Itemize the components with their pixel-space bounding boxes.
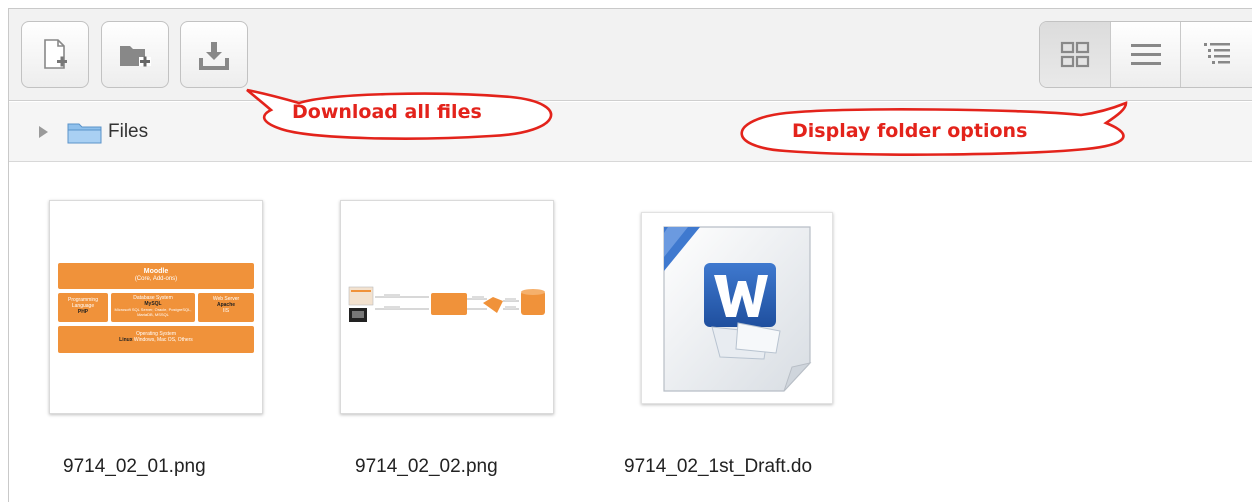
display-callout-text: Display folder options xyxy=(792,120,1028,142)
grid-view-icon xyxy=(1060,41,1089,67)
folder-icon xyxy=(67,123,102,144)
thumb-moodle-box: Moodle (Core, Add-ons) xyxy=(58,263,254,289)
thumb-os-tag: Linux xyxy=(119,337,133,343)
thumb-moodle-sub: (Core, Add-ons) xyxy=(134,276,178,282)
word-document-icon xyxy=(663,226,812,392)
thumb-moodle-title: Moodle xyxy=(143,268,169,275)
download-icon xyxy=(199,41,229,70)
expand-arrow-icon[interactable] xyxy=(39,126,48,138)
thumb-os-sub: Windows, Mac OS, Others xyxy=(133,337,193,343)
thumb-language-label: Programming Language xyxy=(67,297,98,309)
thumb-language-tag: PHP xyxy=(77,309,89,315)
file-thumbnail-1[interactable]: Moodle (Core, Add-ons) Programming Langu… xyxy=(49,200,263,414)
thumb-os-box: Operating System Linux Windows, Mac OS, … xyxy=(58,326,254,353)
file-manager-toolbar xyxy=(9,9,1252,101)
thumb-webserver-sub: IIS xyxy=(222,308,230,314)
download-all-button[interactable] xyxy=(180,21,248,88)
file-thumbnail-2[interactable] xyxy=(340,200,554,414)
list-view-icon xyxy=(1130,43,1161,65)
view-tree-button[interactable] xyxy=(1181,22,1252,87)
file-name-2[interactable]: 9714_02_02.png xyxy=(355,456,498,478)
thumb-language-box: Programming Language PHP xyxy=(58,293,108,322)
thumb-database-sub: Microsoft SQL Server, Oracle, PostgreSQL… xyxy=(114,307,192,317)
new-file-icon xyxy=(44,38,67,69)
view-icons-button[interactable] xyxy=(1040,22,1111,87)
breadcrumb-files-link[interactable]: Files xyxy=(108,121,148,143)
create-folder-button[interactable] xyxy=(101,21,169,88)
file-manager: Files Download all files Display folder … xyxy=(8,8,1252,502)
file-name-3[interactable]: 9714_02_1st_Draft.do xyxy=(624,456,812,478)
create-file-button[interactable] xyxy=(21,21,89,88)
download-callout-text: Download all files xyxy=(292,101,482,123)
file-name-1[interactable]: 9714_02_01.png xyxy=(63,456,206,478)
file-thumbnail-3[interactable] xyxy=(641,212,833,404)
thumb-webserver-box: Web Server Apache IIS xyxy=(198,293,254,322)
diagram-thumbnail-image xyxy=(348,286,545,322)
new-folder-icon xyxy=(120,45,151,66)
tree-view-icon xyxy=(1203,42,1230,64)
view-list-button[interactable] xyxy=(1111,22,1182,87)
view-mode-toggle xyxy=(1039,21,1252,88)
thumb-database-box: Database System MySQL Microsoft SQL Serv… xyxy=(111,293,195,322)
